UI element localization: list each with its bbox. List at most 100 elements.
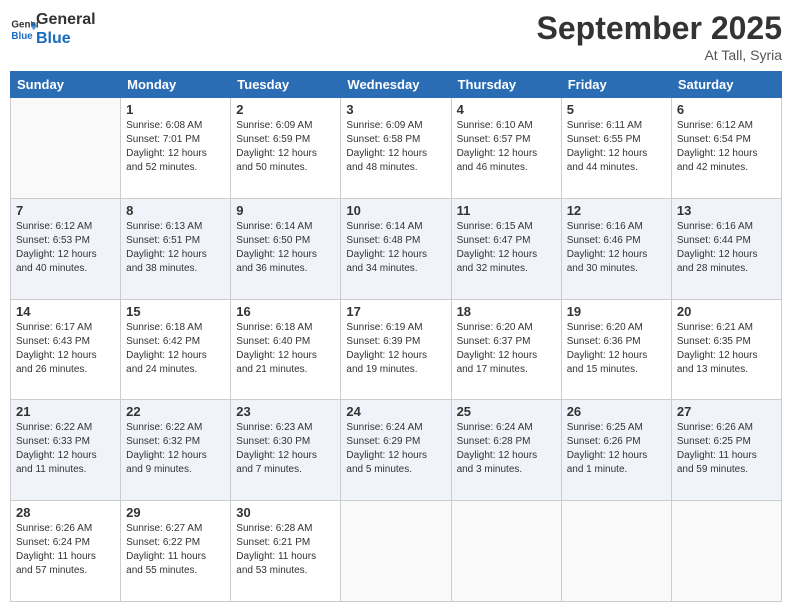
calendar-day-cell: 16 Sunrise: 6:18 AM Sunset: 6:40 PM Dayli… bbox=[231, 299, 341, 400]
day-header-saturday: Saturday bbox=[671, 72, 781, 98]
day-header-tuesday: Tuesday bbox=[231, 72, 341, 98]
day-number: 24 bbox=[346, 404, 445, 419]
logo: General Blue General Blue bbox=[10, 10, 96, 48]
day-header-thursday: Thursday bbox=[451, 72, 561, 98]
day-info: Sunrise: 6:26 AM Sunset: 6:25 PM Dayligh… bbox=[677, 421, 776, 477]
day-info: Sunrise: 6:25 AM Sunset: 6:26 PM Dayligh… bbox=[567, 421, 666, 477]
calendar-day-cell: 6 Sunrise: 6:12 AM Sunset: 6:54 PM Daylig… bbox=[671, 98, 781, 199]
day-info: Sunrise: 6:16 AM Sunset: 6:44 PM Dayligh… bbox=[677, 220, 776, 276]
logo-blue: Blue bbox=[36, 29, 96, 48]
day-number: 21 bbox=[16, 404, 115, 419]
day-number: 26 bbox=[567, 404, 666, 419]
calendar-day-cell: 13 Sunrise: 6:16 AM Sunset: 6:44 PM Dayli… bbox=[671, 198, 781, 299]
day-info: Sunrise: 6:22 AM Sunset: 6:33 PM Dayligh… bbox=[16, 421, 115, 477]
day-number: 17 bbox=[346, 304, 445, 319]
day-info: Sunrise: 6:18 AM Sunset: 6:40 PM Dayligh… bbox=[236, 321, 335, 377]
day-info: Sunrise: 6:14 AM Sunset: 6:50 PM Dayligh… bbox=[236, 220, 335, 276]
day-number: 10 bbox=[346, 203, 445, 218]
calendar-day-cell: 26 Sunrise: 6:25 AM Sunset: 6:26 PM Dayli… bbox=[561, 400, 671, 501]
day-number: 28 bbox=[16, 505, 115, 520]
calendar-week-row: 7 Sunrise: 6:12 AM Sunset: 6:53 PM Daylig… bbox=[11, 198, 782, 299]
day-number: 11 bbox=[457, 203, 556, 218]
day-number: 14 bbox=[16, 304, 115, 319]
calendar-day-cell: 2 Sunrise: 6:09 AM Sunset: 6:59 PM Daylig… bbox=[231, 98, 341, 199]
day-info: Sunrise: 6:27 AM Sunset: 6:22 PM Dayligh… bbox=[126, 522, 225, 578]
page: General Blue General Blue September 2025… bbox=[0, 0, 792, 612]
day-info: Sunrise: 6:24 AM Sunset: 6:28 PM Dayligh… bbox=[457, 421, 556, 477]
day-header-monday: Monday bbox=[121, 72, 231, 98]
calendar-day-cell bbox=[451, 501, 561, 602]
calendar-day-cell: 15 Sunrise: 6:18 AM Sunset: 6:42 PM Dayli… bbox=[121, 299, 231, 400]
calendar-day-cell: 7 Sunrise: 6:12 AM Sunset: 6:53 PM Daylig… bbox=[11, 198, 121, 299]
calendar-day-cell: 18 Sunrise: 6:20 AM Sunset: 6:37 PM Dayli… bbox=[451, 299, 561, 400]
calendar-day-cell: 10 Sunrise: 6:14 AM Sunset: 6:48 PM Dayli… bbox=[341, 198, 451, 299]
calendar-day-cell bbox=[11, 98, 121, 199]
day-info: Sunrise: 6:09 AM Sunset: 6:59 PM Dayligh… bbox=[236, 119, 335, 175]
calendar-day-cell: 12Sunrise: 6:16 AM Sunset: 6:46 PM Dayli… bbox=[561, 198, 671, 299]
day-info: Sunrise: 6:28 AM Sunset: 6:21 PM Dayligh… bbox=[236, 522, 335, 578]
calendar-day-cell: 17 Sunrise: 6:19 AM Sunset: 6:39 PM Dayli… bbox=[341, 299, 451, 400]
calendar-day-cell: 25Sunrise: 6:24 AM Sunset: 6:28 PM Dayli… bbox=[451, 400, 561, 501]
day-header-wednesday: Wednesday bbox=[341, 72, 451, 98]
calendar-day-cell: 27 Sunrise: 6:26 AM Sunset: 6:25 PM Dayli… bbox=[671, 400, 781, 501]
calendar-day-cell: 23 Sunrise: 6:23 AM Sunset: 6:30 PM Dayli… bbox=[231, 400, 341, 501]
day-info: Sunrise: 6:20 AM Sunset: 6:36 PM Dayligh… bbox=[567, 321, 666, 377]
calendar-day-cell bbox=[341, 501, 451, 602]
day-number: 6 bbox=[677, 102, 776, 117]
day-info: Sunrise: 6:10 AM Sunset: 6:57 PM Dayligh… bbox=[457, 119, 556, 175]
svg-text:Blue: Blue bbox=[11, 31, 33, 42]
calendar-day-cell: 30 Sunrise: 6:28 AM Sunset: 6:21 PM Dayli… bbox=[231, 501, 341, 602]
day-number: 3 bbox=[346, 102, 445, 117]
day-info: Sunrise: 6:14 AM Sunset: 6:48 PM Dayligh… bbox=[346, 220, 445, 276]
calendar-table: SundayMondayTuesdayWednesdayThursdayFrid… bbox=[10, 71, 782, 602]
calendar-day-cell: 11Sunrise: 6:15 AM Sunset: 6:47 PM Dayli… bbox=[451, 198, 561, 299]
calendar-day-cell: 24Sunrise: 6:24 AM Sunset: 6:29 PM Dayli… bbox=[341, 400, 451, 501]
calendar-day-cell bbox=[561, 501, 671, 602]
day-info: Sunrise: 6:26 AM Sunset: 6:24 PM Dayligh… bbox=[16, 522, 115, 578]
day-number: 22 bbox=[126, 404, 225, 419]
day-info: Sunrise: 6:12 AM Sunset: 6:53 PM Dayligh… bbox=[16, 220, 115, 276]
day-number: 15 bbox=[126, 304, 225, 319]
day-info: Sunrise: 6:09 AM Sunset: 6:58 PM Dayligh… bbox=[346, 119, 445, 175]
day-number: 27 bbox=[677, 404, 776, 419]
day-number: 19 bbox=[567, 304, 666, 319]
day-number: 13 bbox=[677, 203, 776, 218]
day-number: 30 bbox=[236, 505, 335, 520]
day-number: 1 bbox=[126, 102, 225, 117]
calendar-day-cell: 29 Sunrise: 6:27 AM Sunset: 6:22 PM Dayli… bbox=[121, 501, 231, 602]
calendar-day-cell: 4Sunrise: 6:10 AM Sunset: 6:57 PM Daylig… bbox=[451, 98, 561, 199]
day-number: 29 bbox=[126, 505, 225, 520]
calendar-day-cell: 1Sunrise: 6:08 AM Sunset: 7:01 PM Daylig… bbox=[121, 98, 231, 199]
calendar-day-cell: 9 Sunrise: 6:14 AM Sunset: 6:50 PM Daylig… bbox=[231, 198, 341, 299]
day-number: 16 bbox=[236, 304, 335, 319]
logo-icon: General Blue bbox=[10, 15, 38, 43]
calendar-week-row: 28 Sunrise: 6:26 AM Sunset: 6:24 PM Dayli… bbox=[11, 501, 782, 602]
calendar-week-row: 14 Sunrise: 6:17 AM Sunset: 6:43 PM Dayli… bbox=[11, 299, 782, 400]
day-number: 2 bbox=[236, 102, 335, 117]
day-info: Sunrise: 6:19 AM Sunset: 6:39 PM Dayligh… bbox=[346, 321, 445, 377]
day-header-sunday: Sunday bbox=[11, 72, 121, 98]
day-info: Sunrise: 6:11 AM Sunset: 6:55 PM Dayligh… bbox=[567, 119, 666, 175]
day-info: Sunrise: 6:12 AM Sunset: 6:54 PM Dayligh… bbox=[677, 119, 776, 175]
day-info: Sunrise: 6:17 AM Sunset: 6:43 PM Dayligh… bbox=[16, 321, 115, 377]
calendar-day-cell: 14 Sunrise: 6:17 AM Sunset: 6:43 PM Dayli… bbox=[11, 299, 121, 400]
day-info: Sunrise: 6:18 AM Sunset: 6:42 PM Dayligh… bbox=[126, 321, 225, 377]
month-title: September 2025 bbox=[537, 10, 782, 47]
day-number: 23 bbox=[236, 404, 335, 419]
calendar-day-cell: 8Sunrise: 6:13 AM Sunset: 6:51 PM Daylig… bbox=[121, 198, 231, 299]
day-number: 9 bbox=[236, 203, 335, 218]
calendar-day-cell: 19 Sunrise: 6:20 AM Sunset: 6:36 PM Dayli… bbox=[561, 299, 671, 400]
day-info: Sunrise: 6:20 AM Sunset: 6:37 PM Dayligh… bbox=[457, 321, 556, 377]
calendar-day-cell: 21 Sunrise: 6:22 AM Sunset: 6:33 PM Dayli… bbox=[11, 400, 121, 501]
day-number: 7 bbox=[16, 203, 115, 218]
day-info: Sunrise: 6:16 AM Sunset: 6:46 PM Dayligh… bbox=[567, 220, 666, 276]
calendar-day-cell: 28 Sunrise: 6:26 AM Sunset: 6:24 PM Dayli… bbox=[11, 501, 121, 602]
calendar-day-cell: 3 Sunrise: 6:09 AM Sunset: 6:58 PM Daylig… bbox=[341, 98, 451, 199]
day-info: Sunrise: 6:13 AM Sunset: 6:51 PM Dayligh… bbox=[126, 220, 225, 276]
day-number: 18 bbox=[457, 304, 556, 319]
day-header-friday: Friday bbox=[561, 72, 671, 98]
day-info: Sunrise: 6:23 AM Sunset: 6:30 PM Dayligh… bbox=[236, 421, 335, 477]
day-info: Sunrise: 6:22 AM Sunset: 6:32 PM Dayligh… bbox=[126, 421, 225, 477]
calendar-day-cell: 5Sunrise: 6:11 AM Sunset: 6:55 PM Daylig… bbox=[561, 98, 671, 199]
day-number: 20 bbox=[677, 304, 776, 319]
